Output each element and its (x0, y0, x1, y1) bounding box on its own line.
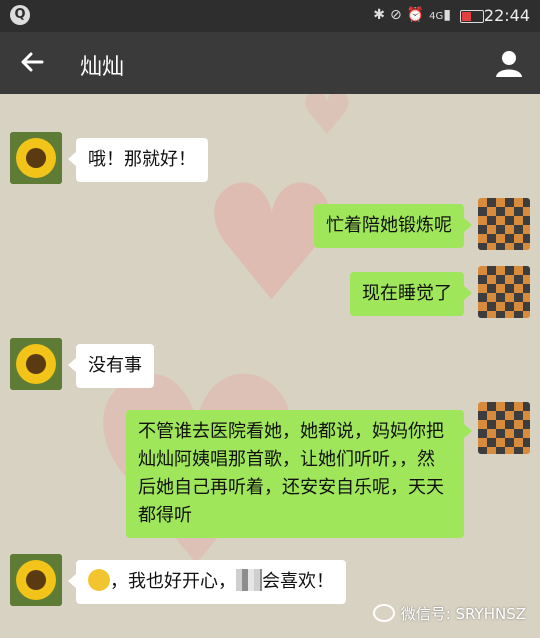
battery-icon (460, 10, 484, 23)
chat-header: 灿灿 (0, 32, 540, 94)
pixelated-avatar[interactable] (478, 402, 530, 454)
watermark: 微信号: SRYHNSZ (372, 603, 526, 624)
chat-area[interactable]: ♥ ♥ ♥ 哦！那就好！ 忙着陪她锻炼呢 现在睡觉了 没有事 不管谁去医院看她，… (0, 94, 540, 638)
sunflower-avatar[interactable] (10, 554, 62, 606)
sunflower-avatar[interactable] (10, 132, 62, 184)
chat-title: 灿灿 (80, 55, 125, 80)
sunflower-avatar[interactable] (10, 338, 62, 390)
message-sent[interactable]: 忙着陪她锻炼呢 (314, 204, 472, 248)
user-profile-icon[interactable] (494, 48, 524, 78)
mute-icon: ⊘ (389, 7, 407, 23)
message-received[interactable]: ，我也好开心， 会喜欢！ (68, 560, 346, 604)
wechat-icon (372, 604, 395, 622)
network-label: 4G (429, 11, 444, 22)
status-icons: ✱⊘⏰4G▮ (373, 7, 456, 23)
message-sent[interactable]: 不管谁去医院看她，她都说，妈妈你把灿灿阿姨唱那首歌，让她们听听，，然后她自己再听… (126, 410, 472, 538)
bluetooth-icon: ✱ (373, 7, 390, 23)
alarm-icon: ⏰ (406, 7, 430, 23)
app-notification-icon: Q (10, 5, 30, 25)
heart-decoration: ♥ (300, 94, 354, 149)
signal-icon: ▮ (443, 7, 456, 23)
pixelated-avatar[interactable] (478, 198, 530, 250)
blurred-text (236, 569, 262, 591)
status-time: 22:44 (483, 6, 530, 25)
message-received[interactable]: 没有事 (68, 344, 154, 388)
message-sent[interactable]: 现在睡觉了 (350, 272, 472, 316)
message-received[interactable]: 哦！那就好！ (68, 138, 208, 182)
message-text: ，我也好开心， (110, 571, 236, 592)
pixelated-avatar[interactable] (478, 266, 530, 318)
message-text: 会喜欢！ (262, 571, 334, 592)
arrow-left-icon[interactable] (18, 48, 46, 81)
status-bar: Q ✱⊘⏰4G▮ 22:44 (0, 0, 540, 32)
watermark-text: 微信号: SRYHNSZ (400, 605, 526, 623)
smiling-emoji-icon (88, 569, 110, 591)
